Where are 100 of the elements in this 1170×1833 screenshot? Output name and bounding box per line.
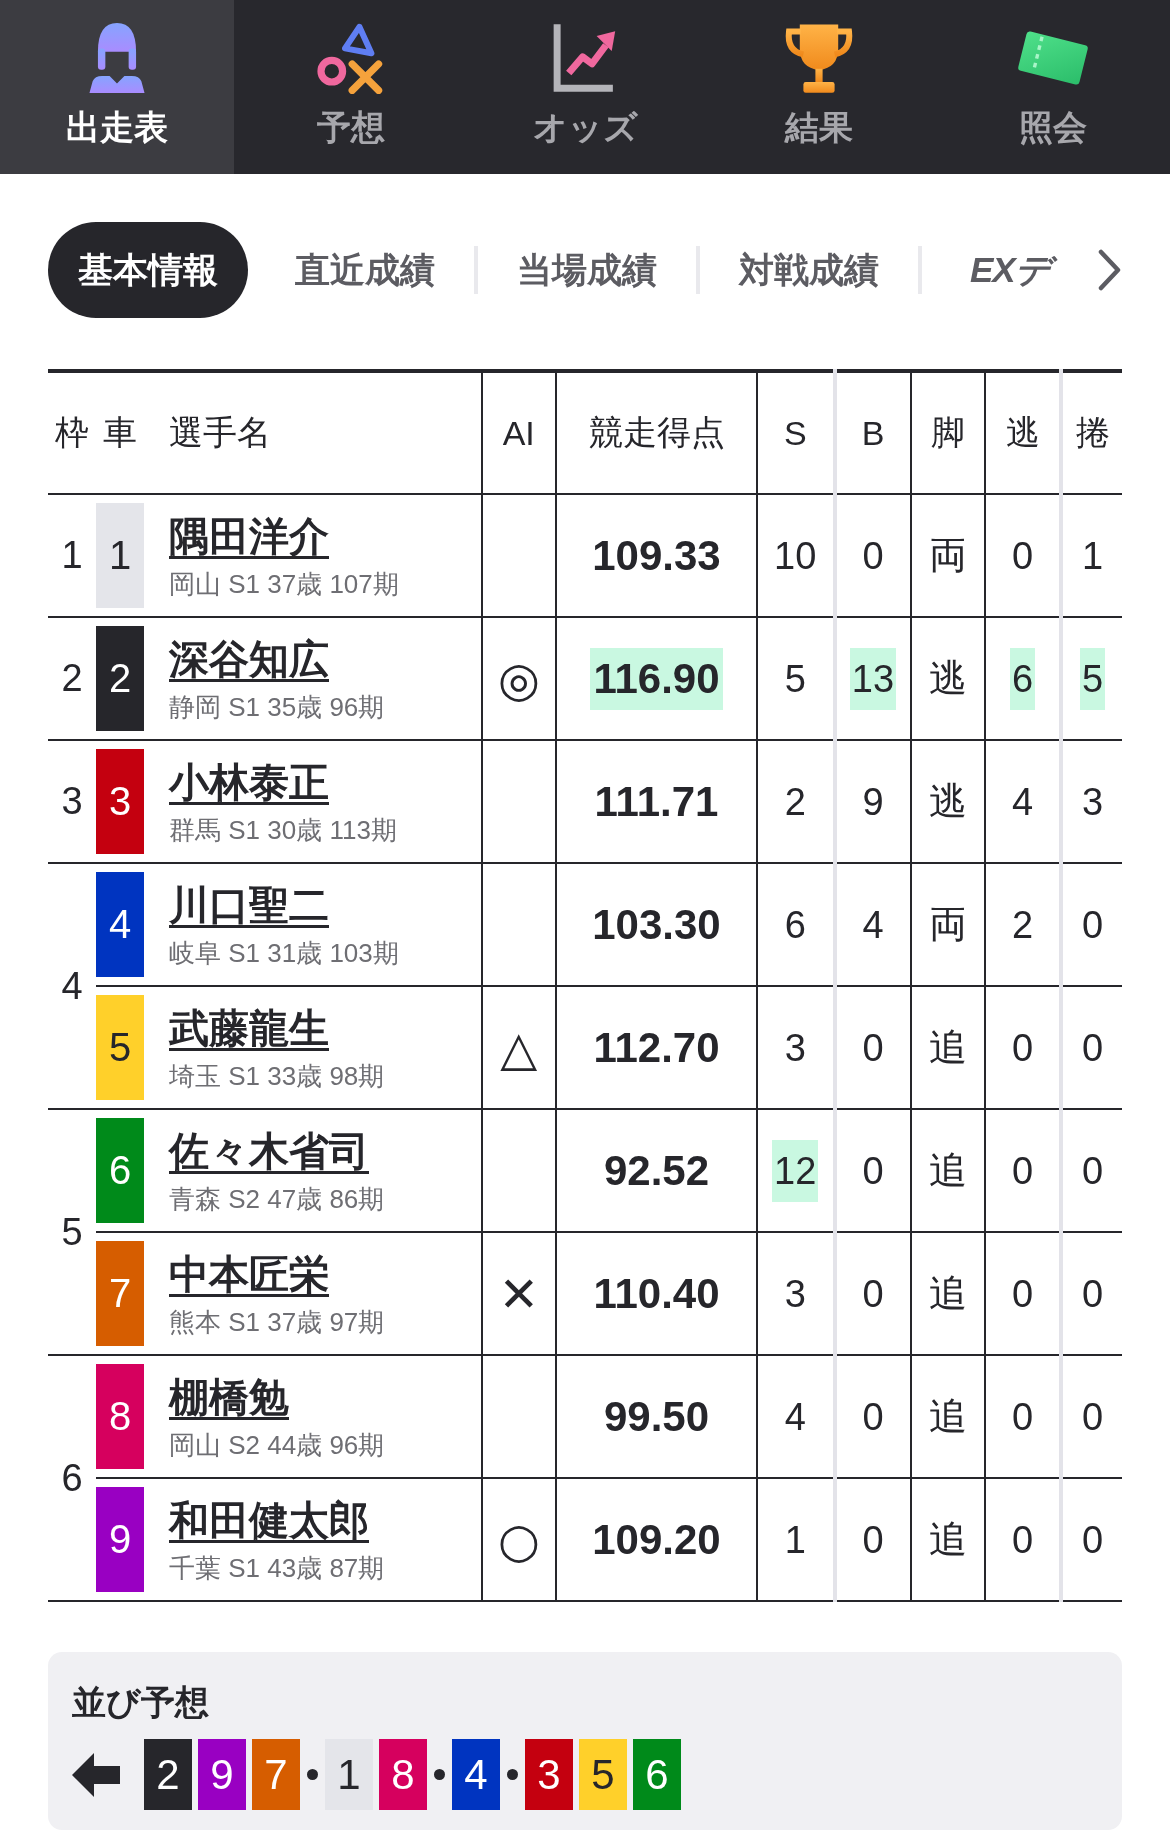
- column-header: 脚: [930, 413, 965, 451]
- rider-name-link[interactable]: 川口聖二: [169, 879, 329, 930]
- score-value: 109.33: [591, 530, 722, 581]
- score-value: 116.90: [590, 647, 723, 710]
- rider-profile: 熊本 S1 37歳 97期: [169, 1305, 385, 1339]
- tab[interactable]: 直近成績: [256, 222, 474, 318]
- stat-value: 4: [783, 1394, 807, 1440]
- rider-name-link[interactable]: 隅田洋介: [169, 510, 329, 561]
- tab[interactable]: 基本情報: [48, 222, 248, 318]
- stat-value: 0: [1080, 1271, 1105, 1317]
- dot-icon: [507, 1769, 518, 1780]
- column-header: 選手名: [169, 413, 271, 451]
- dot-icon: [307, 1769, 318, 1780]
- nav-tab[interactable]: 予想: [234, 0, 468, 174]
- frame-number: 1: [61, 534, 83, 576]
- stat-value: 5: [783, 656, 807, 702]
- frame-number: 4: [61, 964, 83, 1007]
- lineup-title: 並び予想: [72, 1682, 209, 1722]
- rider-name-link[interactable]: 棚橋勉: [169, 1371, 289, 1422]
- stat-value: 0: [1010, 1271, 1035, 1317]
- stat-value: 0: [861, 1271, 885, 1317]
- line-chart-icon: [552, 22, 618, 94]
- car-number: 4: [452, 1739, 500, 1810]
- column-header: 捲: [1075, 413, 1110, 451]
- leg-style: 追: [928, 1395, 967, 1437]
- score-value: 109.20: [591, 1514, 722, 1565]
- rider-profile: 岡山 S2 44歳 96期: [169, 1428, 385, 1462]
- stat-value: 0: [1010, 533, 1035, 579]
- car-number: 5: [96, 995, 144, 1100]
- dot-icon: [434, 1769, 445, 1780]
- score-value: 99.50: [602, 1391, 711, 1442]
- frame-number: 6: [61, 1456, 83, 1499]
- car-number: 1: [96, 503, 144, 608]
- tab[interactable]: 当場成績: [478, 222, 696, 318]
- stat-value: 0: [1010, 1517, 1035, 1563]
- rider-profile: 静岡 S1 35歳 96期: [169, 690, 385, 724]
- car-number: 2: [96, 626, 144, 731]
- nav-tab[interactable]: 出走表: [0, 0, 234, 174]
- rider-name-link[interactable]: 佐々木省司: [169, 1125, 369, 1176]
- stat-value: 2: [783, 779, 807, 825]
- stat-value: 0: [1080, 1025, 1105, 1071]
- car-number: 6: [96, 1118, 144, 1223]
- car-number: 2: [144, 1739, 192, 1810]
- stat-value: 0: [861, 1394, 885, 1440]
- nav-tab[interactable]: 照会: [936, 0, 1170, 174]
- column-header: 競走得点: [588, 413, 725, 451]
- leg-style: 両: [928, 903, 967, 945]
- stat-value: 2: [1010, 902, 1035, 948]
- stat-value: 1: [1080, 533, 1105, 579]
- rider-profile: 青森 S2 47歳 86期: [169, 1182, 385, 1216]
- car-number: 8: [379, 1739, 427, 1810]
- stat-value: 6: [1009, 647, 1036, 710]
- car-number: 1: [325, 1739, 373, 1810]
- nav-tab[interactable]: オッズ: [468, 0, 702, 174]
- car-number: 9: [96, 1487, 144, 1592]
- stat-value: 3: [1080, 779, 1105, 825]
- stat-value: 0: [1010, 1148, 1035, 1194]
- car-number: 6: [633, 1739, 681, 1810]
- frame-number: 5: [61, 1210, 83, 1253]
- stat-value: 0: [1080, 1394, 1105, 1440]
- nav-tab[interactable]: 結果: [702, 0, 936, 174]
- scroll-right-button[interactable]: [1098, 249, 1122, 291]
- car-number: 3: [525, 1739, 573, 1810]
- column-header: 逃: [1005, 413, 1040, 451]
- car-number: 7: [252, 1739, 300, 1810]
- stat-value: 0: [1080, 1517, 1105, 1563]
- column-header: AI: [502, 413, 535, 452]
- leg-style: 両: [928, 534, 967, 576]
- stat-value: 0: [1010, 1025, 1035, 1071]
- rider-name-link[interactable]: 深谷知広: [169, 633, 329, 684]
- stat-value: 10: [773, 533, 818, 579]
- stat-value: 13: [849, 647, 897, 710]
- ai-prediction-mark: ◎: [497, 652, 540, 705]
- stat-value: 3: [783, 1271, 807, 1317]
- stat-value: 0: [861, 1148, 885, 1194]
- ai-prediction-mark: △: [500, 1021, 538, 1074]
- rider-profile: 埼玉 S1 33歳 98期: [169, 1059, 385, 1093]
- frame-number: 2: [61, 657, 83, 699]
- rider-name-link[interactable]: 武藤龍生: [169, 1002, 329, 1053]
- car-number: 4: [96, 872, 144, 977]
- stat-value: 4: [861, 902, 885, 948]
- stat-value: 0: [861, 1517, 885, 1563]
- frame-number: 3: [61, 780, 83, 822]
- rider-profile: 千葉 S1 43歳 87期: [169, 1551, 385, 1585]
- column-header: B: [861, 413, 885, 452]
- leg-style: 逃: [928, 780, 967, 822]
- tab[interactable]: 対戦成績: [700, 222, 918, 318]
- rider-name-link[interactable]: 和田健太郎: [169, 1494, 369, 1545]
- rider-name-link[interactable]: 中本匠栄: [169, 1248, 329, 1299]
- rider-profile: 岐阜 S1 31歳 103期: [169, 936, 399, 970]
- car-number: 7: [96, 1241, 144, 1346]
- car-number: 9: [198, 1739, 246, 1810]
- score-value: 111.71: [593, 776, 720, 827]
- leg-style: 追: [928, 1518, 967, 1560]
- leg-style: 追: [928, 1149, 967, 1191]
- car-number: 5: [579, 1739, 627, 1810]
- stat-value: 4: [1010, 779, 1035, 825]
- stat-value: 6: [783, 902, 807, 948]
- column-header: 枠: [55, 413, 89, 451]
- rider-name-link[interactable]: 小林泰正: [169, 756, 329, 807]
